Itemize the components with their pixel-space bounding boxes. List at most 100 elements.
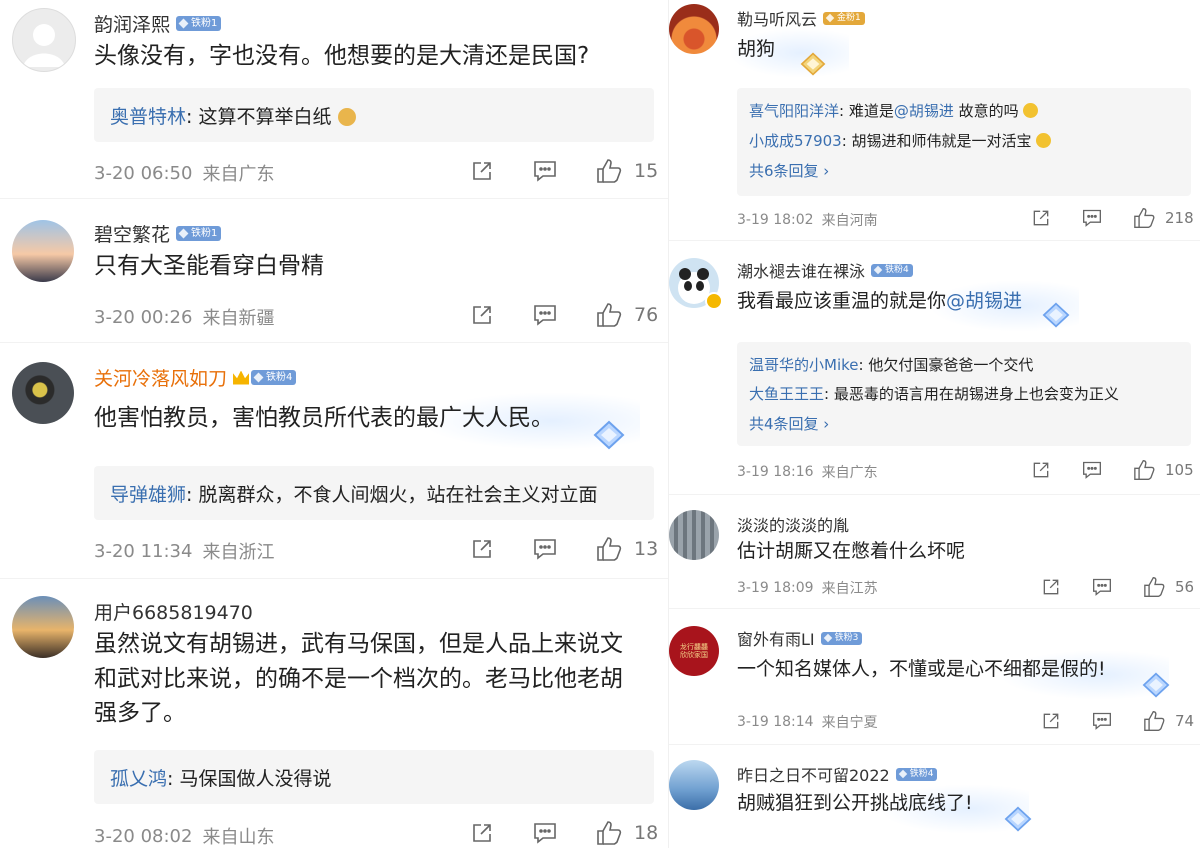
avatar[interactable] [12,220,74,282]
like-count: 76 [634,304,659,326]
comment-actions: 18 [470,820,658,846]
username[interactable]: 勒马听风云 金粉1 [737,6,865,30]
share-icon[interactable] [1031,460,1051,480]
fan-badge: 铁粉4 [871,263,913,277]
avatar[interactable]: 龙行龘龘 欣欣家国 [669,626,719,676]
reply-item[interactable]: 奥普特林: 这算不算举白纸 [110,102,356,129]
diamond-sticker-icon [1141,672,1171,702]
reply-comment-icon[interactable] [532,303,558,327]
reply-item[interactable]: 小成成57903: 胡锡进和师伟就是一对活宝 [749,130,1052,151]
username-text[interactable]: 昨日之日不可留2022 [737,762,890,786]
reply-comment-icon[interactable] [532,537,558,561]
share-icon[interactable] [470,303,494,327]
comment-text-line: 和武对比来说，的确不是一个档次的。老马比他老胡 [94,665,623,692]
share-icon[interactable] [470,537,494,561]
username-text[interactable]: 关河冷落风如刀 [94,364,227,391]
username[interactable]: 昨日之日不可留2022 铁粉4 [737,762,938,786]
reply-username[interactable]: 奥普特林 [110,106,186,128]
username[interactable]: 关河冷落风如刀 铁粉4 [94,364,297,391]
divider [0,578,668,579]
reply-item[interactable]: 温哥华的小Mike: 他欠付国豪爸爸一个交代 [749,354,1033,375]
username[interactable]: 淡淡的淡淡的胤 [737,512,849,536]
reply-comment-icon[interactable] [1081,460,1103,480]
reply-box[interactable]: 孤乂鸿: 马保国做人没得说 [94,750,654,804]
username-text[interactable]: 淡淡的淡淡的胤 [737,512,849,536]
share-icon[interactable] [470,159,494,183]
reply-mention[interactable]: @胡锡进 [894,102,954,120]
like-icon[interactable] [596,158,624,184]
reply-box[interactable]: 温哥华的小Mike: 他欠付国豪爸爸一个交代 大鱼王王王: 最恶毒的语言用在胡锡… [737,342,1191,446]
avatar[interactable] [669,4,719,54]
diamond-icon [178,228,189,239]
username-text[interactable]: 碧空繁花 [94,220,170,247]
comment-text: 他害怕教员，害怕教员所代表的最广大人民。 [94,405,554,431]
mention-link[interactable]: @胡锡进 [946,290,1022,312]
comment-actions: 13 [470,536,658,562]
fan-badge: 铁粉4 [895,767,938,781]
badge-label: 铁粉4 [885,264,909,275]
reply-username[interactable]: 孤乂鸿 [110,768,167,790]
comment-meta: 3-20 06:50 来自广东 [94,160,274,186]
reply-username[interactable]: 导弹雄狮 [110,484,186,506]
username-text[interactable]: 用户6685819470 [94,598,253,625]
laugh-emoji-icon [1036,133,1052,148]
reply-username[interactable]: 温哥华的小Mike [749,356,859,374]
avatar[interactable] [669,510,719,560]
reply-item[interactable]: 导弹雄狮: 脱离群众，不食人间烟火，站在社会主义对立面 [110,480,597,507]
username-text[interactable]: 窗外有雨LI [737,626,815,650]
reply-item[interactable]: 大鱼王王王: 最恶毒的语言用在胡锡进身上也会变为正义 [749,383,1119,404]
reply-comment-icon[interactable] [1081,208,1103,228]
reply-comment-icon[interactable] [1091,577,1113,597]
like-icon[interactable] [1133,459,1157,481]
like-count: 15 [634,160,659,182]
diamond-icon [825,13,835,23]
username[interactable]: 碧空繁花 铁粉1 [94,220,222,247]
username-text[interactable]: 勒马听风云 [737,6,817,30]
comment-meta: 3-20 11:34 来自浙江 [94,538,274,564]
comment-actions: 105 [1031,459,1194,481]
reply-item[interactable]: 孤乂鸿: 马保国做人没得说 [110,764,331,791]
username[interactable]: 用户6685819470 [94,598,253,625]
share-icon[interactable] [470,821,494,845]
share-icon[interactable] [1041,711,1061,731]
like-icon[interactable] [596,536,624,562]
reply-box[interactable]: 喜气阳阳洋洋: 难道是@胡锡进 故意的吗 小成成57903: 胡锡进和师伟就是一… [737,88,1191,196]
reply-username[interactable]: 大鱼王王王 [749,385,824,403]
avatar[interactable] [12,362,74,424]
reply-comment-icon[interactable] [532,159,558,183]
username-text[interactable]: 潮水褪去谁在裸泳 [737,258,865,282]
username-text[interactable]: 韵润泽熙 [94,10,170,37]
divider [669,240,1200,241]
username[interactable]: 潮水褪去谁在裸泳 铁粉4 [737,258,913,282]
username[interactable]: 韵润泽熙 铁粉1 [94,10,222,37]
like-icon[interactable] [1143,576,1167,598]
share-icon[interactable] [1041,577,1061,597]
avatar[interactable] [12,596,74,658]
reply-comment-icon[interactable] [1091,711,1113,731]
like-icon[interactable] [596,302,624,328]
like-icon[interactable] [1133,207,1157,229]
reply-username[interactable]: 小成成57903 [749,132,842,150]
comment-date: 3-20 00:26 [94,306,193,328]
reply-comment-icon[interactable] [532,821,558,845]
fan-badge: 铁粉1 [176,16,222,31]
reply-username[interactable]: 喜气阳阳洋洋 [749,102,839,120]
avatar[interactable] [12,8,76,72]
more-replies-link[interactable]: 共4条回复 › [749,413,829,434]
username[interactable]: 窗外有雨LI 铁粉3 [737,626,863,650]
diamond-icon [178,18,189,29]
comment-text-line: 强多了。 [94,700,186,726]
comment-date: 3-20 11:34 [94,540,193,562]
reply-text: : 他欠付国豪爸爸一个交代 [858,356,1034,374]
reply-box[interactable]: 导弹雄狮: 脱离群众，不食人间烟火，站在社会主义对立面 [94,466,654,520]
like-icon[interactable] [596,820,624,846]
comment-date: 3-19 18:09 [737,580,814,596]
reply-item[interactable]: 喜气阳阳洋洋: 难道是@胡锡进 故意的吗 [749,100,1039,121]
share-icon[interactable] [1031,208,1051,228]
reply-box[interactable]: 奥普特林: 这算不算举白纸 [94,88,654,142]
avatar[interactable] [669,760,719,810]
comment-actions: 76 [470,302,658,328]
more-replies-link[interactable]: 共6条回复 › [749,160,829,181]
like-icon[interactable] [1143,710,1167,732]
badge-label: 铁粉4 [266,372,293,383]
